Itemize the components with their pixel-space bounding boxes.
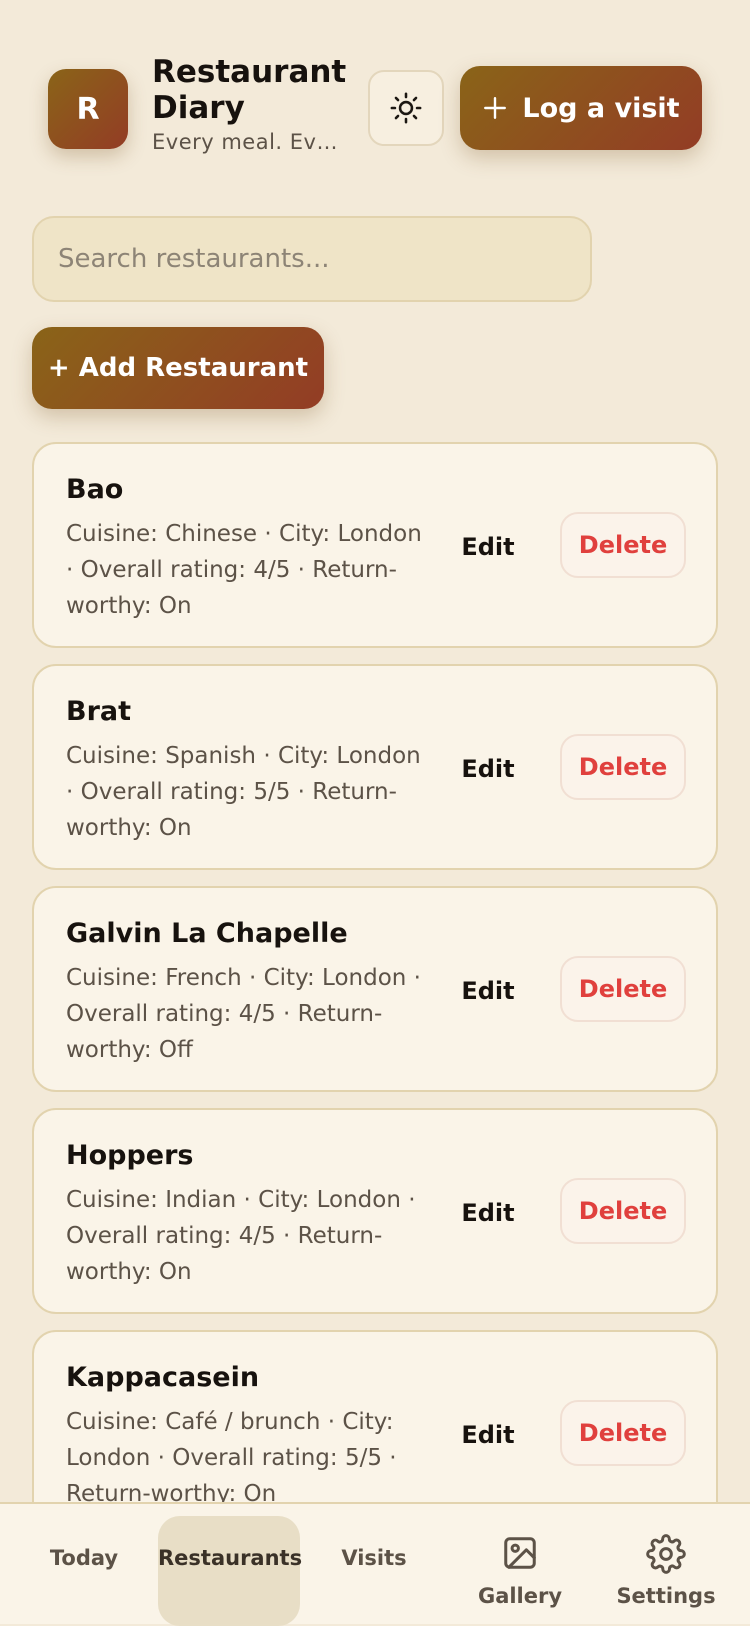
edit-button[interactable]: Edit	[452, 960, 524, 1022]
image-icon	[504, 1537, 536, 1569]
sun-icon	[390, 92, 422, 124]
search-placeholder: Search restaurants...	[58, 244, 330, 274]
restaurant-name: Galvin La Chapelle	[66, 918, 348, 949]
edit-button[interactable]: Edit	[452, 1404, 524, 1466]
edit-button[interactable]: Edit	[452, 1182, 524, 1244]
restaurant-card: Hoppers Cuisine: Indian · City: London ·…	[32, 1108, 718, 1314]
delete-button[interactable]: Delete	[560, 734, 686, 800]
restaurant-name: Kappacasein	[66, 1362, 260, 1393]
app-subtitle: Every meal. Eve...	[152, 130, 342, 154]
app-header: R Restaurant Diary Every meal. Eve... Lo…	[0, 0, 750, 200]
edit-button[interactable]: Edit	[452, 738, 524, 800]
log-visit-label: Log a visit	[522, 92, 680, 124]
edit-button[interactable]: Edit	[452, 516, 524, 578]
add-restaurant-button[interactable]: + Add Restaurant	[32, 327, 324, 409]
plus-icon	[484, 97, 507, 119]
add-restaurant-label: + Add Restaurant	[47, 353, 309, 383]
restaurant-name: Bao	[66, 474, 124, 505]
nav-item-settings[interactable]: Settings	[596, 1504, 736, 1626]
nav-label: Settings	[616, 1584, 716, 1608]
active-indicator	[158, 1516, 300, 1626]
delete-button[interactable]: Delete	[560, 512, 686, 578]
logo-letter: R	[76, 91, 100, 127]
delete-button[interactable]: Delete	[560, 956, 686, 1022]
restaurant-name: Brat	[66, 696, 132, 727]
nav-item-today[interactable]: Today	[14, 1504, 154, 1626]
restaurant-card: Brat Cuisine: Spanish · City: London · O…	[32, 664, 718, 870]
nav-label: Restaurants	[158, 1546, 303, 1570]
bottom-navigation: Today Restaurants Visits Gallery Setting…	[0, 1502, 750, 1626]
nav-label: Visits	[341, 1546, 407, 1570]
nav-label: Gallery	[477, 1584, 563, 1608]
nav-item-visits[interactable]: Visits	[304, 1504, 444, 1626]
restaurant-card: Galvin La Chapelle Cuisine: French · Cit…	[32, 886, 718, 1092]
nav-label: Today	[49, 1546, 119, 1570]
restaurant-details: Cuisine: French · City: London · Overall…	[66, 965, 421, 1063]
restaurant-card: Bao Cuisine: Chinese · City: London · Ov…	[32, 442, 718, 648]
theme-toggle-button[interactable]	[368, 70, 444, 146]
log-visit-button[interactable]: Log a visit	[460, 66, 702, 150]
restaurant-details: Cuisine: Indian · City: London · Overall…	[66, 1187, 416, 1285]
restaurant-name: Hoppers	[66, 1140, 194, 1171]
restaurant-list: Bao Cuisine: Chinese · City: London · Ov…	[32, 442, 718, 1552]
nav-item-gallery[interactable]: Gallery	[450, 1504, 590, 1626]
search-input[interactable]: Search restaurants...	[32, 216, 592, 302]
restaurant-details: Cuisine: Chinese · City: London · Overal…	[66, 521, 422, 619]
delete-button[interactable]: Delete	[560, 1400, 686, 1466]
restaurant-details: Cuisine: Café / brunch · City: London · …	[66, 1409, 397, 1507]
delete-button[interactable]: Delete	[560, 1178, 686, 1244]
app-logo: R	[48, 69, 128, 149]
nav-item-restaurants[interactable]: Restaurants	[158, 1504, 303, 1626]
app-title: Restaurant Diary	[152, 54, 347, 126]
gear-icon	[646, 1534, 686, 1574]
restaurant-details: Cuisine: Spanish · City: London · Overal…	[66, 743, 421, 841]
